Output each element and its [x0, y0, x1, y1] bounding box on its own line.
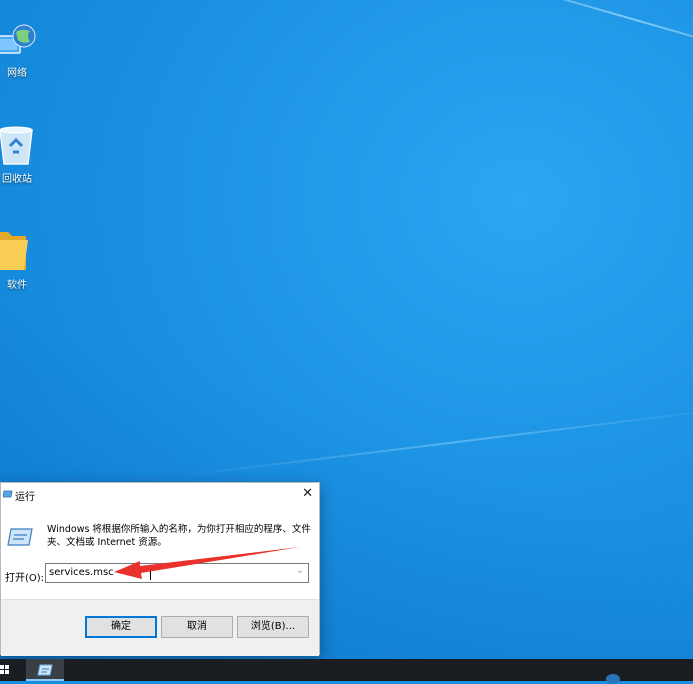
open-command-value: services.msc: [49, 567, 114, 578]
run-big-icon: [7, 528, 33, 546]
tray-icon[interactable]: [606, 674, 620, 684]
close-icon[interactable]: ✕: [302, 486, 313, 501]
run-dialog-titlebar[interactable]: 运行 ✕: [1, 483, 319, 507]
taskbar: [0, 659, 693, 681]
desktop-icon-network[interactable]: 网络: [0, 22, 36, 79]
run-app-icon: [37, 664, 53, 676]
windows-start-icon[interactable]: [0, 665, 10, 675]
ok-button[interactable]: 确定: [85, 616, 157, 638]
open-field-label: 打开(O):: [5, 573, 45, 584]
desktop-icon-label: 软件: [7, 280, 27, 291]
network-icon: [0, 24, 36, 54]
cancel-button[interactable]: 取消: [161, 616, 233, 638]
run-app-icon: [3, 490, 13, 498]
desktop-icon-label: 回收站: [2, 174, 32, 185]
annotation-arrow-icon: [114, 547, 300, 579]
taskbar-run-app[interactable]: [26, 659, 64, 681]
wallpaper-light-beam: [429, 0, 693, 78]
browse-button[interactable]: 浏览(B)...: [237, 616, 309, 638]
run-dialog-title: 运行: [15, 492, 35, 503]
desktop-icon-software-folder[interactable]: 软件: [0, 226, 34, 291]
folder-icon: [0, 232, 28, 270]
recycle-bin-icon: [0, 126, 33, 165]
run-dialog-footer: 确定 取消 浏览(B)...: [1, 599, 319, 656]
desktop-icon-recycle-bin[interactable]: 回收站: [0, 124, 34, 185]
desktop-icon-label: 网络: [7, 68, 27, 79]
wallpaper-light-beam: [179, 406, 693, 477]
